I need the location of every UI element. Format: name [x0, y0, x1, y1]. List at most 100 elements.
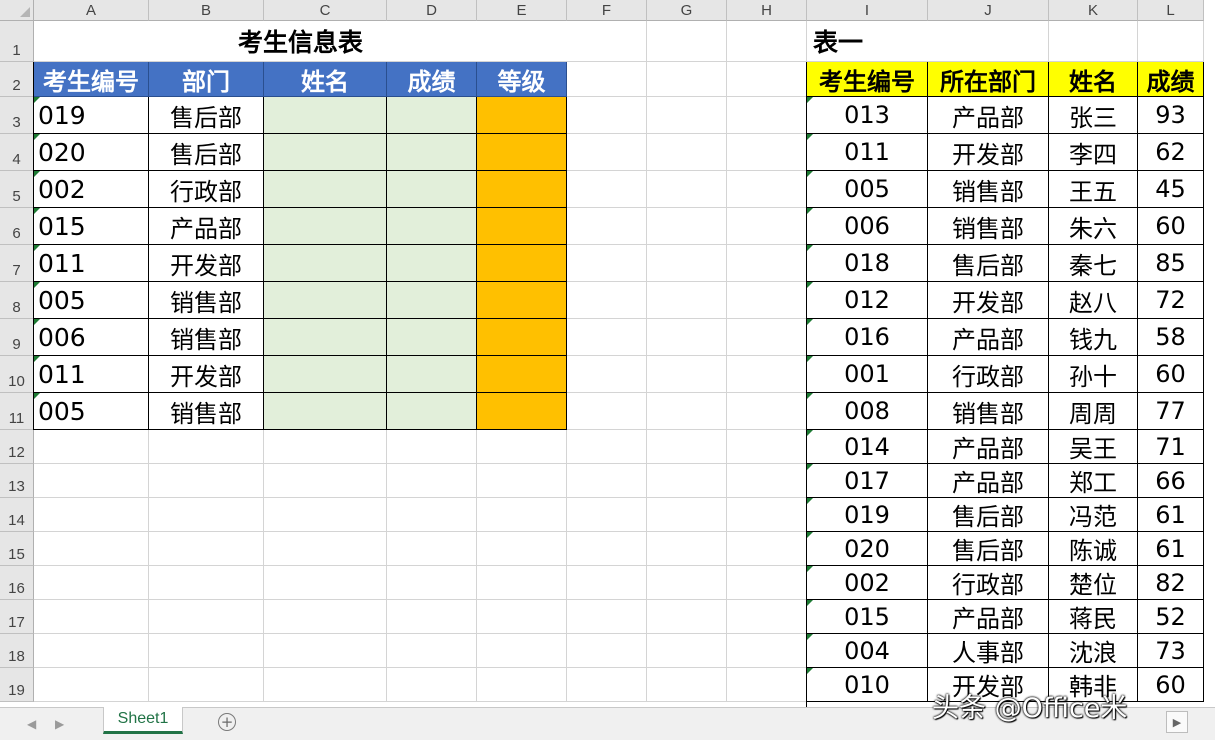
table1-dept-cell[interactable]: 销售部: [149, 393, 264, 430]
table2-dept-cell[interactable]: 销售部: [928, 393, 1049, 430]
grid-cell[interactable]: [727, 566, 807, 600]
grid-cell[interactable]: [387, 498, 477, 532]
grid-cell[interactable]: [647, 393, 727, 430]
table1-dept-cell[interactable]: 售后部: [149, 97, 264, 134]
table2-id-cell[interactable]: 014: [807, 430, 928, 464]
table1-id-cell[interactable]: 005: [34, 282, 149, 319]
grid-cell[interactable]: [727, 668, 807, 702]
table1-header-4[interactable]: 等级: [477, 62, 567, 97]
grid-cell[interactable]: [477, 668, 567, 702]
table1-dept-cell[interactable]: 产品部: [149, 208, 264, 245]
grid-cell[interactable]: [647, 600, 727, 634]
grid-cell[interactable]: [34, 532, 149, 566]
grid-cell[interactable]: [647, 245, 727, 282]
grid-cell[interactable]: [387, 600, 477, 634]
row-header-7[interactable]: 7: [0, 245, 34, 282]
grid-cell[interactable]: [34, 464, 149, 498]
table2-name-cell[interactable]: 沈浪: [1049, 634, 1138, 668]
table2-score-cell[interactable]: 60: [1138, 668, 1204, 702]
table2-dept-cell[interactable]: 售后部: [928, 532, 1049, 566]
row-header-12[interactable]: 12: [0, 430, 34, 464]
column-header-b[interactable]: B: [149, 0, 264, 21]
row-header-1[interactable]: 1: [0, 21, 34, 62]
table2-score-cell[interactable]: 61: [1138, 532, 1204, 566]
grid-cell[interactable]: [567, 356, 647, 393]
grid-cell[interactable]: [149, 532, 264, 566]
table1-name-input-cell[interactable]: [264, 282, 387, 319]
table1-grade-cell[interactable]: [477, 319, 567, 356]
table1-id-cell[interactable]: 020: [34, 134, 149, 171]
table2-score-cell[interactable]: 73: [1138, 634, 1204, 668]
grid-cell[interactable]: [567, 634, 647, 668]
grid-cell[interactable]: [727, 245, 807, 282]
grid-cell[interactable]: [264, 464, 387, 498]
table2-dept-cell[interactable]: 销售部: [928, 208, 1049, 245]
plus-circle-icon[interactable]: +: [218, 713, 236, 731]
table2-score-cell[interactable]: 85: [1138, 245, 1204, 282]
table1-dept-cell[interactable]: 销售部: [149, 319, 264, 356]
table2-name-cell[interactable]: 张三: [1049, 97, 1138, 134]
table2-score-cell[interactable]: 60: [1138, 356, 1204, 393]
table1-title[interactable]: 考生信息表: [34, 21, 567, 62]
select-all-corner[interactable]: [0, 0, 34, 21]
grid-cell[interactable]: [34, 498, 149, 532]
grid-cell[interactable]: [727, 464, 807, 498]
table1-grade-cell[interactable]: [477, 134, 567, 171]
grid-cell[interactable]: [477, 498, 567, 532]
table2-dept-cell[interactable]: 人事部: [928, 634, 1049, 668]
row-header-6[interactable]: 6: [0, 208, 34, 245]
table2-header-2[interactable]: 姓名: [1049, 62, 1138, 97]
table2-name-cell[interactable]: 郑工: [1049, 464, 1138, 498]
table2-name-cell[interactable]: 赵八: [1049, 282, 1138, 319]
grid-cell[interactable]: [727, 498, 807, 532]
grid-cell[interactable]: [1049, 21, 1138, 62]
row-header-16[interactable]: 16: [0, 566, 34, 600]
row-header-3[interactable]: 3: [0, 97, 34, 134]
table1-grade-cell[interactable]: [477, 245, 567, 282]
table2-id-cell[interactable]: 006: [807, 208, 928, 245]
grid-cell[interactable]: [727, 356, 807, 393]
grid-cell[interactable]: [727, 532, 807, 566]
table2-name-cell[interactable]: 王五: [1049, 171, 1138, 208]
table2-id-cell[interactable]: 018: [807, 245, 928, 282]
grid-cell[interactable]: [567, 62, 647, 97]
table2-id-cell[interactable]: 004: [807, 634, 928, 668]
table1-dept-cell[interactable]: 售后部: [149, 134, 264, 171]
table1-score-input-cell[interactable]: [387, 245, 477, 282]
table2-name-cell[interactable]: 吴王: [1049, 430, 1138, 464]
table2-name-cell[interactable]: 陈诚: [1049, 532, 1138, 566]
grid-cell[interactable]: [567, 21, 647, 62]
table2-id-cell[interactable]: 005: [807, 171, 928, 208]
table1-name-input-cell[interactable]: [264, 356, 387, 393]
table2-id-cell[interactable]: 015: [807, 600, 928, 634]
row-header-18[interactable]: 18: [0, 634, 34, 668]
grid-cell[interactable]: [647, 282, 727, 319]
table2-dept-cell[interactable]: 产品部: [928, 600, 1049, 634]
grid-cell[interactable]: [477, 566, 567, 600]
grid-cell[interactable]: [567, 319, 647, 356]
table2-header-0[interactable]: 考生编号: [807, 62, 928, 97]
table2-score-cell[interactable]: 52: [1138, 600, 1204, 634]
table1-score-input-cell[interactable]: [387, 282, 477, 319]
sheet-tab-sheet1[interactable]: Sheet1: [103, 707, 183, 734]
grid-cell[interactable]: [477, 430, 567, 464]
table1-name-input-cell[interactable]: [264, 393, 387, 430]
grid-cell[interactable]: [1138, 21, 1204, 62]
table2-id-cell[interactable]: 008: [807, 393, 928, 430]
table1-header-2[interactable]: 姓名: [264, 62, 387, 97]
column-header-h[interactable]: H: [727, 0, 807, 21]
table1-name-input-cell[interactable]: [264, 97, 387, 134]
table1-dept-cell[interactable]: 行政部: [149, 171, 264, 208]
table1-id-cell[interactable]: 005: [34, 393, 149, 430]
table2-name-cell[interactable]: 李四: [1049, 134, 1138, 171]
table1-grade-cell[interactable]: [477, 208, 567, 245]
grid-cell[interactable]: [567, 668, 647, 702]
table1-dept-cell[interactable]: 开发部: [149, 356, 264, 393]
scroll-right-icon[interactable]: ▶: [1166, 711, 1188, 733]
grid-cell[interactable]: [647, 62, 727, 97]
grid-cell[interactable]: [264, 430, 387, 464]
table2-id-cell[interactable]: 017: [807, 464, 928, 498]
table2-dept-cell[interactable]: 产品部: [928, 464, 1049, 498]
table1-id-cell[interactable]: 002: [34, 171, 149, 208]
row-header-17[interactable]: 17: [0, 600, 34, 634]
